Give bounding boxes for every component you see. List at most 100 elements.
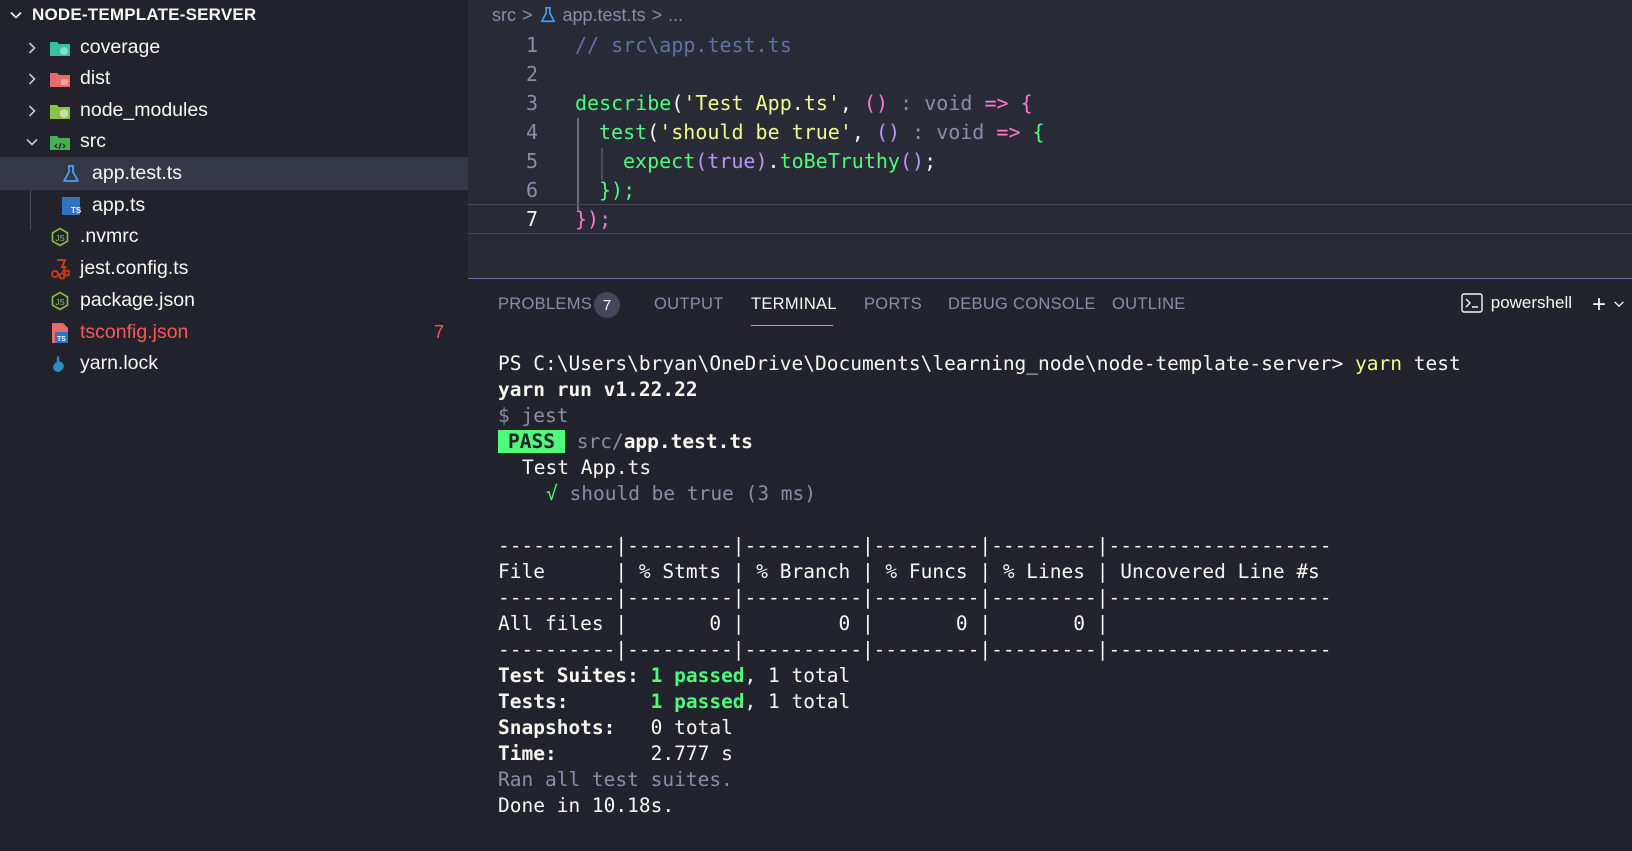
test-file: app.test.ts — [623, 430, 753, 453]
svg-text:JS: JS — [55, 234, 64, 243]
tree-item-dist[interactable]: dist — [0, 62, 468, 95]
code-token: . — [767, 149, 780, 173]
summary-label: Time: — [498, 742, 651, 765]
summary-value: 0 total — [650, 716, 733, 739]
error-count-badge: 7 — [433, 322, 444, 342]
code-token: => — [972, 91, 1021, 115]
tree-item-label: app.ts — [92, 194, 146, 216]
shell-name: powershell — [1490, 293, 1572, 312]
breadcrumb: src > app.test.ts > ... — [492, 4, 683, 26]
svg-text:TS: TS — [57, 336, 66, 343]
code-line-6[interactable]: 6 }); — [468, 175, 1632, 205]
active-tab-indicator — [751, 325, 833, 326]
tree-item-src[interactable]: src — [0, 125, 468, 158]
terminal-line: PS C:\Users\bryan\OneDrive\Documents\lea… — [498, 351, 1461, 377]
code-line-3[interactable]: 3 describe('Test App.ts', () : void => { — [468, 88, 1632, 118]
code-line-7[interactable]: 7 }); — [468, 204, 1632, 234]
code-token: expect — [623, 149, 696, 173]
tree-item-app-test-ts[interactable]: app.test.ts — [0, 157, 468, 190]
summary-value: 2.777 s — [650, 742, 733, 765]
terminal-command: yarn — [1355, 352, 1402, 375]
tab-ports[interactable]: PORTS — [864, 295, 922, 314]
chevron-down-icon[interactable] — [1612, 297, 1626, 311]
tsconfig-icon: TS — [49, 322, 71, 344]
code-line-5[interactable]: 5 expect(true).toBeTruthy(); — [468, 146, 1632, 176]
code-token: : — [900, 120, 937, 144]
code-token: } — [575, 207, 588, 231]
tab-terminal[interactable]: TERMINAL — [751, 295, 837, 314]
code-token: , — [839, 91, 865, 115]
chevron-down-icon — [10, 11, 22, 19]
tree-item-label: src — [80, 130, 106, 152]
tree-item-yarn-lock[interactable]: yarn.lock — [0, 347, 468, 380]
tab-debug-console[interactable]: DEBUG CONSOLE — [948, 295, 1096, 314]
summary-label: Snapshots: — [498, 716, 651, 739]
tree-item-app-ts[interactable]: TS app.ts — [0, 189, 468, 222]
tree-item-package-json[interactable]: JS package.json — [0, 284, 468, 317]
code-token: ( — [647, 120, 660, 144]
tree-item-coverage[interactable]: coverage — [0, 31, 468, 64]
code-token: => — [984, 120, 1033, 144]
problems-count-badge: 7 — [594, 292, 620, 318]
coverage-table-row: All files | 0 | 0 | 0 | 0 | — [498, 612, 1109, 635]
svg-text:TS: TS — [71, 206, 81, 215]
tab-outline[interactable]: OUTLINE — [1112, 295, 1186, 314]
code-line-2[interactable]: 2 — [468, 59, 1632, 89]
code-token: () — [875, 120, 901, 144]
tree-item-label: coverage — [80, 36, 161, 58]
test-flask-icon — [60, 163, 82, 185]
code-editor[interactable]: src > app.test.ts > ... 1 // src\app.tes… — [468, 0, 1632, 278]
explorer-title: NODE-TEMPLATE-SERVER — [32, 5, 257, 24]
terminal-line: Test Suites: 1 passed, 1 total — [498, 663, 850, 689]
code-token: { — [1032, 120, 1045, 144]
coverage-table-separator: ----------|---------|----------|--------… — [498, 534, 1332, 557]
new-terminal-plus-icon[interactable]: + — [1592, 291, 1606, 319]
test-dir: src/ — [576, 430, 624, 453]
code-token: 'Test App.ts' — [683, 91, 840, 115]
yarn-icon — [49, 353, 71, 375]
line-number: 4 — [525, 120, 538, 144]
code-token: ( — [671, 91, 684, 115]
code-token: ( — [695, 149, 708, 173]
tree-item-jest-config[interactable]: jest.config.ts — [0, 252, 468, 285]
svg-text:JS: JS — [55, 298, 64, 307]
coverage-table-header: File | % Stmts | % Branch | % Funcs | % … — [498, 560, 1320, 583]
test-result: should be true (3 ms) — [557, 482, 817, 505]
tree-item-label: jest.config.ts — [80, 257, 189, 279]
terminal-line: $ jest — [498, 404, 569, 427]
tree-item-label: .nvmrc — [80, 225, 139, 247]
tree-item-label: yarn.lock — [80, 352, 159, 374]
tree-item-label: package.json — [80, 289, 195, 311]
coverage-folder-icon — [49, 37, 71, 59]
tab-problems[interactable]: PROBLEMS — [498, 295, 592, 314]
nodejs-icon: JS — [49, 290, 71, 312]
terminal-line: PASS src/app.test.ts — [498, 429, 753, 455]
breadcrumb-src[interactable]: src — [492, 5, 516, 26]
tree-item-node-modules[interactable]: node_modules — [0, 94, 468, 127]
tree-item-tsconfig-json[interactable]: TS tsconfig.json 7 — [0, 316, 468, 349]
summary-label: Tests: — [498, 690, 651, 713]
tree-item-label: dist — [80, 67, 111, 89]
terminal-line: Test App.ts — [522, 456, 652, 479]
explorer-header[interactable]: NODE-TEMPLATE-SERVER — [0, 0, 468, 30]
breadcrumb-file[interactable]: app.test.ts — [563, 5, 646, 26]
chevron-right-icon — [28, 72, 36, 85]
code-token: ); — [587, 207, 612, 231]
line-number: 2 — [525, 62, 538, 86]
code-line-4[interactable]: 4 test('should be true', () : void => { — [468, 117, 1632, 147]
code-token: ); — [611, 178, 636, 202]
terminal-shell-selector[interactable]: powershell — [1461, 293, 1572, 313]
breadcrumb-more[interactable]: ... — [668, 5, 683, 26]
tree-item-nvmrc[interactable]: JS .nvmrc — [0, 220, 468, 253]
tab-output[interactable]: OUTPUT — [654, 295, 724, 314]
chevron-right-icon — [28, 41, 36, 54]
code-line-1[interactable]: 1 // src\app.test.ts — [468, 30, 1632, 60]
terminal-line: Ran all test suites. — [498, 768, 733, 791]
code-token: ) — [755, 149, 768, 173]
code-token: () — [864, 91, 889, 115]
code-token: toBeTruthy — [779, 149, 900, 173]
nodejs-icon: JS — [49, 226, 71, 248]
terminal-line: Time: 2.777 s — [498, 741, 733, 767]
terminal-line: Snapshots: 0 total — [498, 715, 733, 741]
summary-total: , 1 total — [744, 690, 851, 713]
